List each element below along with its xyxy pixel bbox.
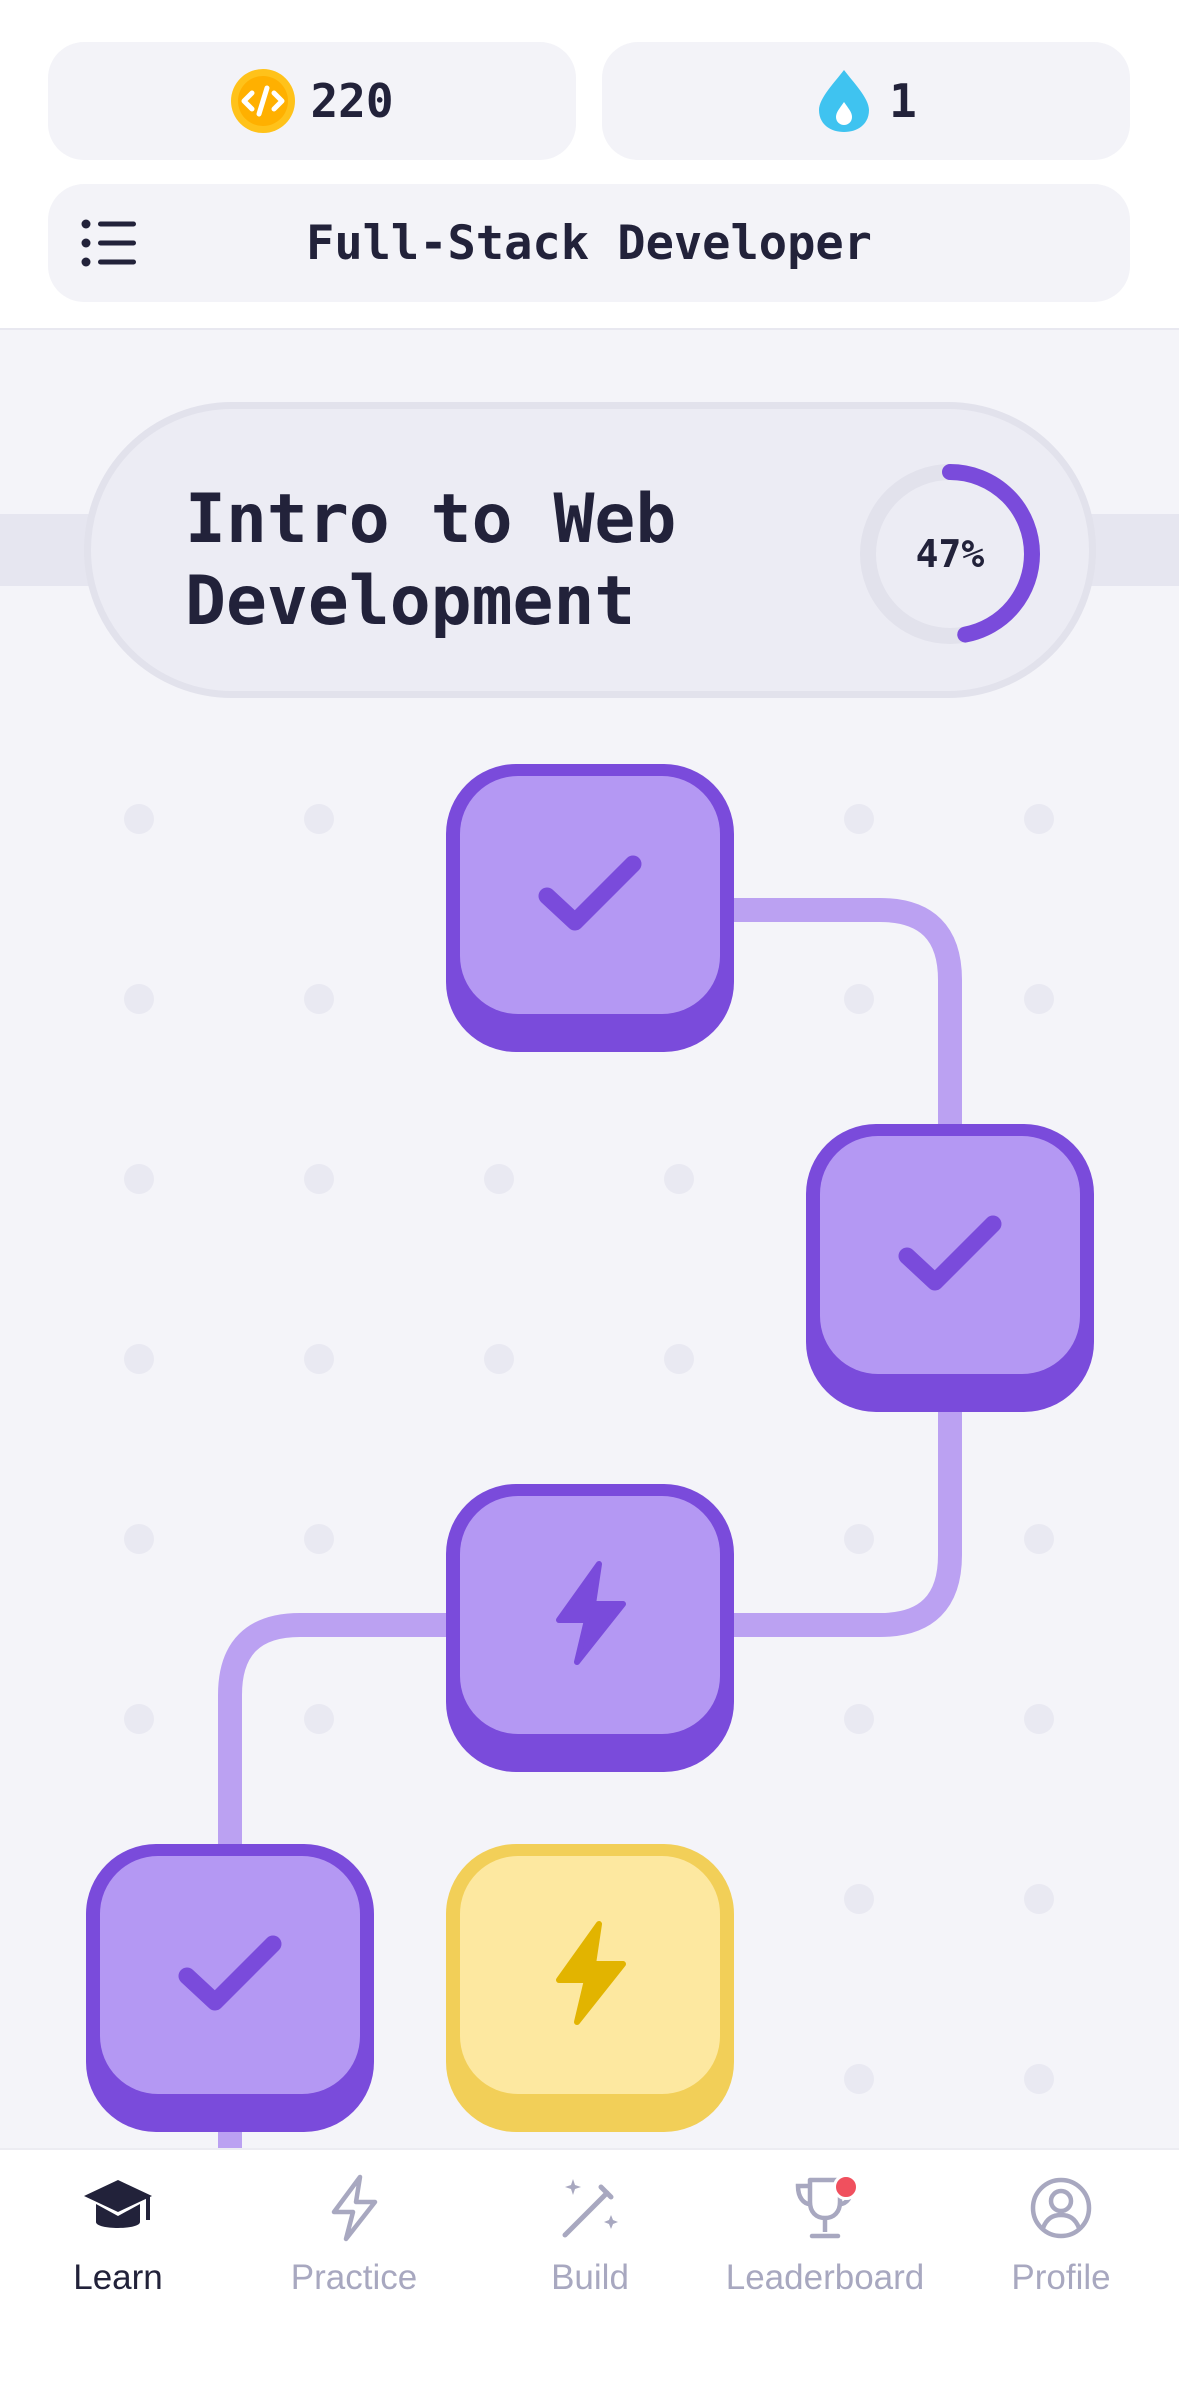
nav-label: Learn [73,2258,163,2297]
lesson-node-4[interactable] [86,1844,374,2132]
lesson-node-2[interactable] [806,1124,1094,1412]
lightning-icon [547,1560,633,1670]
list-menu-icon[interactable] [80,218,140,268]
check-icon [535,848,645,942]
nav-build[interactable]: Build [472,2150,708,2330]
check-icon [175,1928,285,2022]
nav-label: Practice [290,2258,418,2297]
nav-label: Leaderboard [725,2258,925,2297]
notification-badge [833,2174,859,2200]
nav-label: Profile [1011,2258,1111,2297]
learning-path[interactable]: Intro to Web Development 47% [0,328,1179,2150]
magic-wand-icon [552,2170,628,2246]
trophy-icon [787,2170,863,2246]
water-drop-icon [815,68,873,134]
coin-code-icon [230,68,296,134]
nav-label: Build [551,2258,629,2297]
streak-counter[interactable]: 1 [602,42,1130,160]
graduation-cap-icon [80,2170,156,2246]
nav-learn[interactable]: Learn [0,2150,236,2330]
bottom-nav: Learn Practice Build Leaderboard Profile [0,2148,1179,2398]
streak-value: 1 [889,74,917,128]
lesson-node-3[interactable] [446,1484,734,1772]
lesson-node-1[interactable] [446,764,734,1052]
course-selector[interactable]: Full-Stack Developer [48,184,1130,302]
nav-practice[interactable]: Practice [236,2150,472,2330]
nav-leaderboard[interactable]: Leaderboard [707,2150,943,2330]
nav-profile[interactable]: Profile [943,2150,1179,2330]
profile-icon [1023,2170,1099,2246]
course-title: Full-Stack Developer [306,215,872,271]
check-icon [895,1208,1005,1302]
lightning-icon [547,1920,633,2030]
lesson-node-current[interactable] [446,1844,734,2132]
lightning-outline-icon [316,2170,392,2246]
coins-counter[interactable]: 220 [48,42,576,160]
coins-value: 220 [310,74,394,128]
